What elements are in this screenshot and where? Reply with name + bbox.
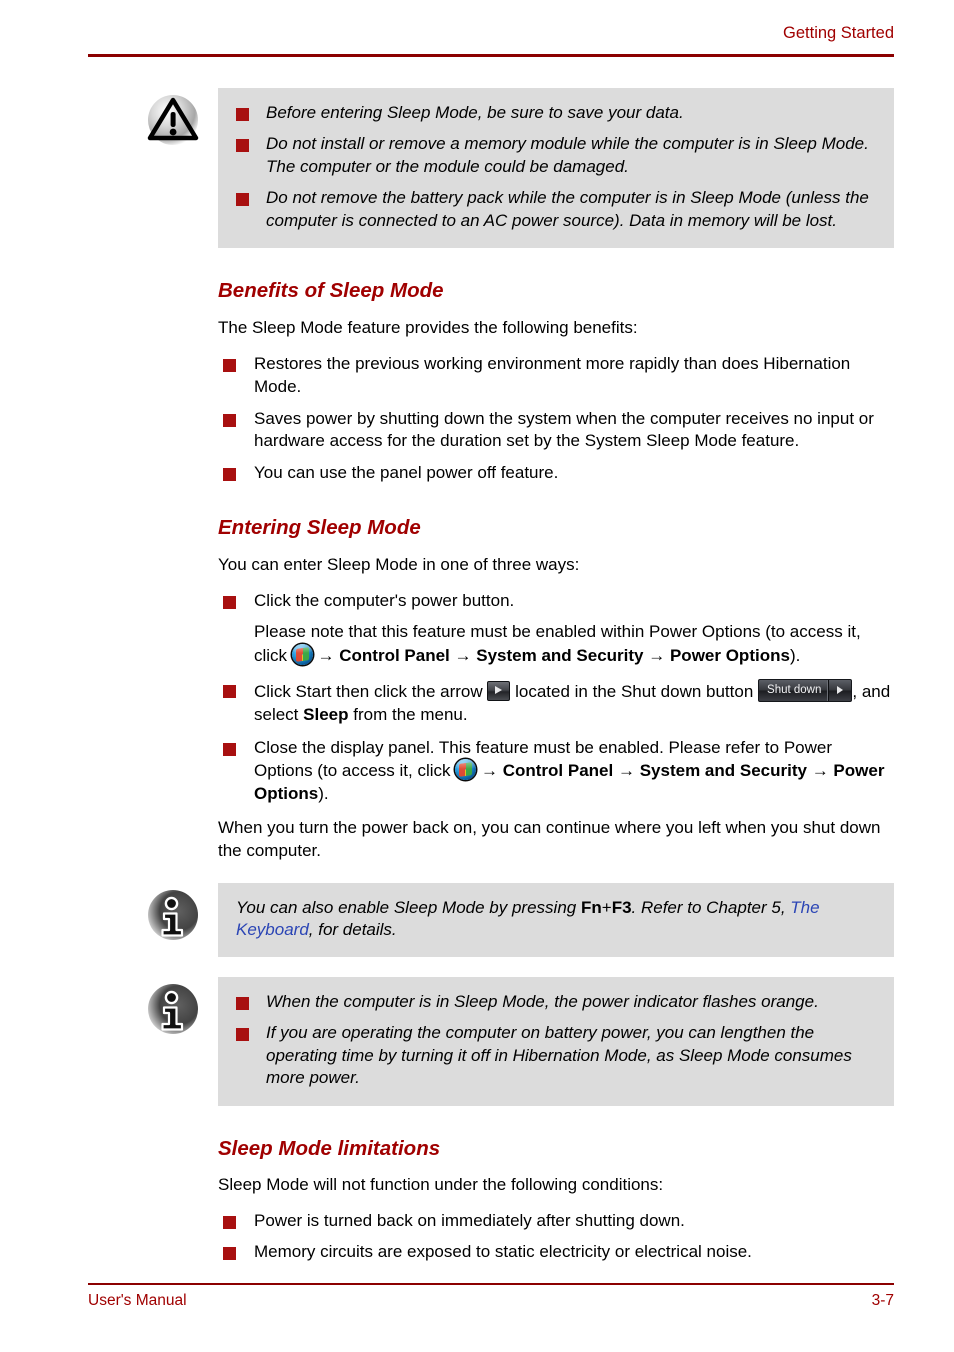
list-item-text: You can use the panel power off feature. bbox=[254, 462, 559, 482]
warning-item: Do not install or remove a memory module… bbox=[236, 133, 876, 178]
bullet-square-icon bbox=[223, 685, 236, 699]
warning-item: Do not remove the battery pack while the… bbox=[236, 187, 876, 232]
list-item: Power is turned back on immediately afte… bbox=[218, 1210, 894, 1233]
footer-page-number: 3-7 bbox=[871, 1292, 894, 1309]
entering-item2-a: Click Start then click the arrow bbox=[254, 682, 483, 702]
info-1-text: You can also enable Sleep Mode by pressi… bbox=[236, 897, 876, 941]
warning-callout: Before entering Sleep Mode, be sure to s… bbox=[147, 88, 894, 249]
arrow-right-icon: → bbox=[454, 645, 472, 665]
entering-item3-e: ). bbox=[318, 783, 329, 803]
info-2-item: If you are operating the computer on bat… bbox=[236, 1022, 876, 1089]
limitations-intro: Sleep Mode will not function under the f… bbox=[218, 1175, 664, 1195]
arrow-right-icon: → bbox=[648, 645, 666, 665]
bullet-square-icon bbox=[223, 413, 236, 427]
arrow-right-icon: → bbox=[480, 761, 498, 781]
list-item: Click the computer's power button. Pleas… bbox=[218, 590, 894, 668]
note-power-options: Power Options bbox=[669, 645, 790, 665]
list-item: Memory circuits are exposed to static el… bbox=[218, 1241, 894, 1264]
page-header: Getting Started bbox=[88, 24, 894, 54]
entering-item3-control-panel: Control Panel bbox=[502, 761, 614, 781]
info-1-text-a: You can also enable Sleep Mode by pressi… bbox=[236, 897, 577, 917]
list-item: Restores the previous working environmen… bbox=[218, 353, 894, 398]
bullet-square-icon bbox=[236, 1028, 249, 1042]
list-item-text: Saves power by shutting down the system … bbox=[254, 408, 874, 451]
bullet-square-icon bbox=[223, 359, 236, 373]
bullet-square-icon bbox=[236, 108, 249, 121]
note-system-and-security: System and Security bbox=[476, 645, 644, 665]
list-item-text: Click the computer's power button. Pleas… bbox=[254, 590, 894, 668]
bullet-square-icon bbox=[236, 193, 249, 207]
info-panel-2: When the computer is in Sleep Mode, the … bbox=[218, 976, 894, 1106]
header-rule bbox=[88, 54, 894, 57]
info-callout-2: When the computer is in Sleep Mode, the … bbox=[148, 976, 894, 1106]
arrow-right-icon: → bbox=[617, 761, 635, 781]
list-item-text: Power is turned back on immediately afte… bbox=[254, 1210, 685, 1230]
warning-item: Before entering Sleep Mode, be sure to s… bbox=[236, 102, 876, 124]
windows-start-orb-icon[interactable] bbox=[291, 643, 313, 665]
warning-triangle-icon bbox=[144, 92, 202, 150]
manual-page: Getting Started Before entering Sleep Mo… bbox=[0, 0, 954, 1352]
list-item: Saves power by shutting down the system … bbox=[218, 408, 894, 453]
bullet-square-icon bbox=[223, 1247, 236, 1261]
section-heading-limitations: Sleep Mode limitations bbox=[218, 1136, 441, 1160]
bullet-square-icon bbox=[223, 1215, 236, 1229]
key-f3: F3 bbox=[611, 897, 632, 917]
header-title: Getting Started bbox=[783, 24, 894, 42]
footer-rule bbox=[88, 1283, 894, 1285]
page-footer: User's Manual 3-7 bbox=[88, 1292, 894, 1318]
shut-down-button-label: Shut down bbox=[759, 680, 830, 702]
windows-start-orb-icon[interactable] bbox=[455, 759, 477, 781]
arrow-right-icon: → bbox=[811, 761, 829, 781]
section-heading-benefits: Benefits of Sleep Mode bbox=[218, 279, 444, 303]
info-panel-1: You can also enable Sleep Mode by pressi… bbox=[218, 882, 894, 957]
info-callout-1: You can also enable Sleep Mode by pressi… bbox=[148, 882, 894, 957]
info-2-item-text: When the computer is in Sleep Mode, the … bbox=[266, 991, 819, 1011]
entering-item1-text: Click the computer's power button. bbox=[254, 590, 515, 610]
footer-manual-label: User's Manual bbox=[88, 1292, 187, 1309]
benefits-list: Restores the previous working environmen… bbox=[218, 353, 894, 484]
warning-item-text: Do not install or remove a memory module… bbox=[266, 134, 869, 176]
arrow-right-icon: → bbox=[317, 645, 335, 665]
info-i-icon bbox=[144, 887, 202, 945]
info-2-item: When the computer is in Sleep Mode, the … bbox=[236, 991, 876, 1013]
entering-item2-sleep: Sleep bbox=[303, 704, 349, 724]
entering-item1-note: Please note that this feature must be en… bbox=[254, 621, 894, 667]
shutdown-arrow-button-icon[interactable] bbox=[487, 681, 511, 702]
bullet-square-icon bbox=[236, 996, 249, 1010]
list-item: Close the display panel. This feature mu… bbox=[218, 737, 894, 806]
plus-sign: + bbox=[601, 897, 612, 917]
entering-list: Click the computer's power button. Pleas… bbox=[218, 590, 894, 806]
note-control-panel: Control Panel bbox=[339, 645, 450, 665]
entering-item2-b: located in the Shut down button bbox=[515, 682, 754, 702]
page-content: Before entering Sleep Mode, be sure to s… bbox=[147, 88, 894, 1273]
warning-item-text: Do not remove the battery pack while the… bbox=[266, 188, 869, 230]
info-1-text-c: , for details. bbox=[308, 919, 397, 939]
bullet-square-icon bbox=[236, 139, 249, 153]
info-1-text-b: . Refer to Chapter 5, bbox=[631, 897, 786, 917]
limitations-list: Power is turned back on immediately afte… bbox=[218, 1210, 894, 1264]
note-text-e: ). bbox=[789, 645, 801, 665]
entering-item3-system-security: System and Security bbox=[639, 761, 807, 781]
shut-down-button-icon[interactable]: Shut down bbox=[758, 679, 853, 703]
section-heading-entering: Entering Sleep Mode bbox=[218, 516, 421, 540]
list-item-text: Memory circuits are exposed to static el… bbox=[254, 1242, 752, 1262]
list-item-text: Close the display panel. This feature mu… bbox=[254, 737, 894, 806]
key-fn: Fn bbox=[580, 897, 602, 917]
warning-item-text: Before entering Sleep Mode, be sure to s… bbox=[266, 103, 684, 122]
entering-closing-paragraph: When you turn the power back on, you can… bbox=[218, 818, 881, 861]
bullet-square-icon bbox=[223, 742, 236, 756]
list-item: Click Start then click the arrow located… bbox=[218, 679, 894, 726]
warning-panel: Before entering Sleep Mode, be sure to s… bbox=[218, 88, 894, 249]
shut-down-chevron-icon[interactable] bbox=[829, 680, 851, 701]
entering-intro: You can enter Sleep Mode in one of three… bbox=[218, 554, 580, 574]
benefits-intro: The Sleep Mode feature provides the foll… bbox=[218, 317, 638, 337]
entering-item2-e: from the menu. bbox=[353, 704, 468, 724]
bullet-square-icon bbox=[223, 467, 236, 481]
bullet-square-icon bbox=[223, 595, 236, 609]
info-2-item-text: If you are operating the computer on bat… bbox=[266, 1023, 852, 1088]
list-item: You can use the panel power off feature. bbox=[218, 462, 894, 485]
info-i-icon bbox=[144, 981, 202, 1039]
list-item-text: Click Start then click the arrow located… bbox=[254, 679, 894, 726]
list-item-text: Restores the previous working environmen… bbox=[254, 354, 851, 396]
